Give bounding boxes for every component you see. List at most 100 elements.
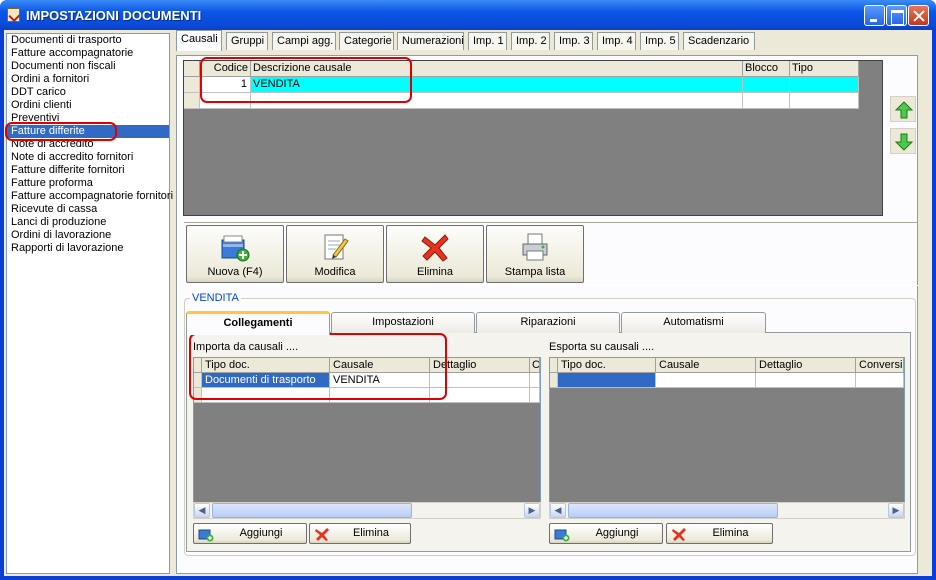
import-delete-button[interactable]: Elimina: [309, 523, 411, 544]
table-row-empty[interactable]: [330, 388, 430, 403]
scroll-left-button[interactable]: ◀: [550, 503, 566, 518]
scroll-thumb[interactable]: [568, 503, 778, 518]
column-header-conversione[interactable]: Conversi: [856, 358, 904, 373]
cell-c[interactable]: [530, 373, 540, 388]
printer-icon: [522, 233, 548, 261]
minimize-button[interactable]: [864, 5, 885, 26]
row-indicator: [550, 373, 558, 388]
row-indicator-header: [550, 358, 558, 373]
causali-grid[interactable]: Codice Descrizione causale Blocco Tipo 1…: [183, 60, 883, 216]
column-header-dettaglio[interactable]: Dettaglio: [430, 358, 530, 373]
cell-tipo-doc[interactable]: Documenti di trasporto: [202, 373, 330, 388]
tab-gruppi[interactable]: Gruppi: [226, 32, 268, 50]
tab-imp-5[interactable]: Imp. 5: [640, 32, 679, 50]
tab-impostazioni[interactable]: Impostazioni: [331, 312, 475, 333]
doc-type-item[interactable]: Rapporti di lavorazione: [7, 242, 169, 255]
print-list-button[interactable]: Stampa lista: [486, 225, 584, 283]
tab-campi-agg[interactable]: Campi agg.: [272, 32, 336, 50]
tab-imp-4[interactable]: Imp. 4: [597, 32, 636, 50]
doc-type-item[interactable]: Ricevute di cassa: [7, 203, 169, 216]
arrow-up-icon: [894, 101, 914, 119]
maximize-button[interactable]: [886, 5, 907, 26]
tab-numerazioni[interactable]: Numerazioni: [397, 32, 464, 50]
title-bar[interactable]: IMPOSTAZIONI DOCUMENTI: [0, 0, 936, 30]
doc-type-item[interactable]: DDT carico: [7, 86, 169, 99]
column-header-tipo[interactable]: Tipo: [790, 61, 859, 77]
tab-scadenzario[interactable]: Scadenzario: [683, 32, 755, 50]
document-type-list[interactable]: Documenti di trasporto Fatture accompagn…: [6, 33, 173, 574]
table-row-empty[interactable]: [790, 93, 859, 109]
cell-dettaglio[interactable]: [756, 373, 856, 388]
doc-type-item[interactable]: Ordini clienti: [7, 99, 169, 112]
scroll-right-button[interactable]: ▶: [524, 503, 540, 518]
tab-imp-2[interactable]: Imp. 2: [511, 32, 550, 50]
column-header-tipo-doc[interactable]: Tipo doc.: [202, 358, 330, 373]
doc-type-item[interactable]: Documenti di trasporto: [7, 34, 169, 47]
close-button[interactable]: [908, 5, 929, 26]
tab-automatismi[interactable]: Automatismi: [621, 312, 766, 333]
export-panel-label: Esporta su causali ....: [549, 341, 655, 353]
table-row-empty[interactable]: [743, 93, 790, 109]
cell-causale[interactable]: [656, 373, 756, 388]
tab-causali[interactable]: Causali: [176, 30, 222, 51]
cell-causale[interactable]: VENDITA: [330, 373, 430, 388]
move-up-button[interactable]: [890, 96, 916, 122]
cell-tipo[interactable]: [790, 77, 859, 93]
table-row-empty[interactable]: [430, 388, 530, 403]
column-header-descrizione[interactable]: Descrizione causale: [251, 61, 743, 77]
doc-type-item[interactable]: Lanci di produzione: [7, 216, 169, 229]
column-header-dettaglio[interactable]: Dettaglio: [756, 358, 856, 373]
doc-type-item-selected[interactable]: Fatture differite: [7, 125, 169, 138]
import-add-button[interactable]: Aggiungi: [193, 523, 307, 544]
import-grid[interactable]: Tipo doc. Causale Dettaglio C Documenti …: [193, 357, 541, 516]
doc-type-item[interactable]: Fatture accompagnatorie: [7, 47, 169, 60]
scroll-right-button[interactable]: ▶: [888, 503, 904, 518]
move-down-button[interactable]: [890, 128, 916, 154]
row-indicator-header: [184, 61, 200, 77]
tab-categorie[interactable]: Categorie: [339, 32, 394, 50]
export-add-label: Aggiungi: [595, 527, 639, 539]
tab-collegamenti[interactable]: Collegamenti: [186, 311, 330, 335]
column-header-codice[interactable]: Codice: [200, 61, 251, 77]
export-horizontal-scrollbar[interactable]: ◀ ▶: [549, 502, 905, 519]
doc-type-item[interactable]: Fatture differite fornitori: [7, 164, 169, 177]
client-area: Documenti di trasporto Fatture accompagn…: [4, 30, 932, 576]
doc-type-item[interactable]: Documenti non fiscali: [7, 60, 169, 73]
column-header-tipo-doc[interactable]: Tipo doc.: [558, 358, 656, 373]
doc-type-item[interactable]: Ordini di lavorazione: [7, 229, 169, 242]
doc-type-item[interactable]: Fatture proforma: [7, 177, 169, 190]
column-header-causale[interactable]: Causale: [656, 358, 756, 373]
doc-type-item[interactable]: Note di accredito: [7, 138, 169, 151]
doc-type-item[interactable]: Fatture accompagnatorie fornitori: [7, 190, 173, 203]
export-add-button[interactable]: Aggiungi: [549, 523, 663, 544]
table-row-empty[interactable]: [200, 93, 251, 109]
row-indicator: [194, 388, 202, 403]
table-row-empty[interactable]: [202, 388, 330, 403]
column-header-c[interactable]: C: [530, 358, 540, 373]
column-header-causale[interactable]: Causale: [330, 358, 430, 373]
cell-descrizione[interactable]: VENDITA: [251, 77, 743, 93]
cell-blocco[interactable]: [743, 77, 790, 93]
doc-type-item[interactable]: Preventivi: [7, 112, 169, 125]
import-horizontal-scrollbar[interactable]: ◀ ▶: [193, 502, 541, 519]
export-grid[interactable]: Tipo doc. Causale Dettaglio Conversi: [549, 357, 905, 516]
table-row-empty[interactable]: [530, 388, 540, 403]
new-button[interactable]: Nuova (F4): [186, 225, 284, 283]
table-row-empty[interactable]: [251, 93, 743, 109]
scroll-left-button[interactable]: ◀: [194, 503, 210, 518]
export-delete-button[interactable]: Elimina: [666, 523, 773, 544]
doc-type-item[interactable]: Note di accredito fornitori: [7, 151, 169, 164]
edit-button[interactable]: Modifica: [286, 225, 384, 283]
tab-riparazioni[interactable]: Riparazioni: [476, 312, 620, 333]
cell-codice[interactable]: 1: [200, 77, 251, 93]
delete-button[interactable]: Elimina: [386, 225, 484, 283]
cell-tipo-doc[interactable]: [558, 373, 656, 388]
cell-conversione[interactable]: [856, 373, 904, 388]
doc-type-item[interactable]: Ordini a fornitori: [7, 73, 169, 86]
tab-imp-1[interactable]: Imp. 1: [468, 32, 507, 50]
scroll-thumb[interactable]: [212, 503, 412, 518]
tab-imp-3[interactable]: Imp. 3: [554, 32, 593, 50]
cell-dettaglio[interactable]: [430, 373, 530, 388]
export-delete-label: Elimina: [712, 527, 749, 539]
column-header-blocco[interactable]: Blocco: [743, 61, 790, 77]
